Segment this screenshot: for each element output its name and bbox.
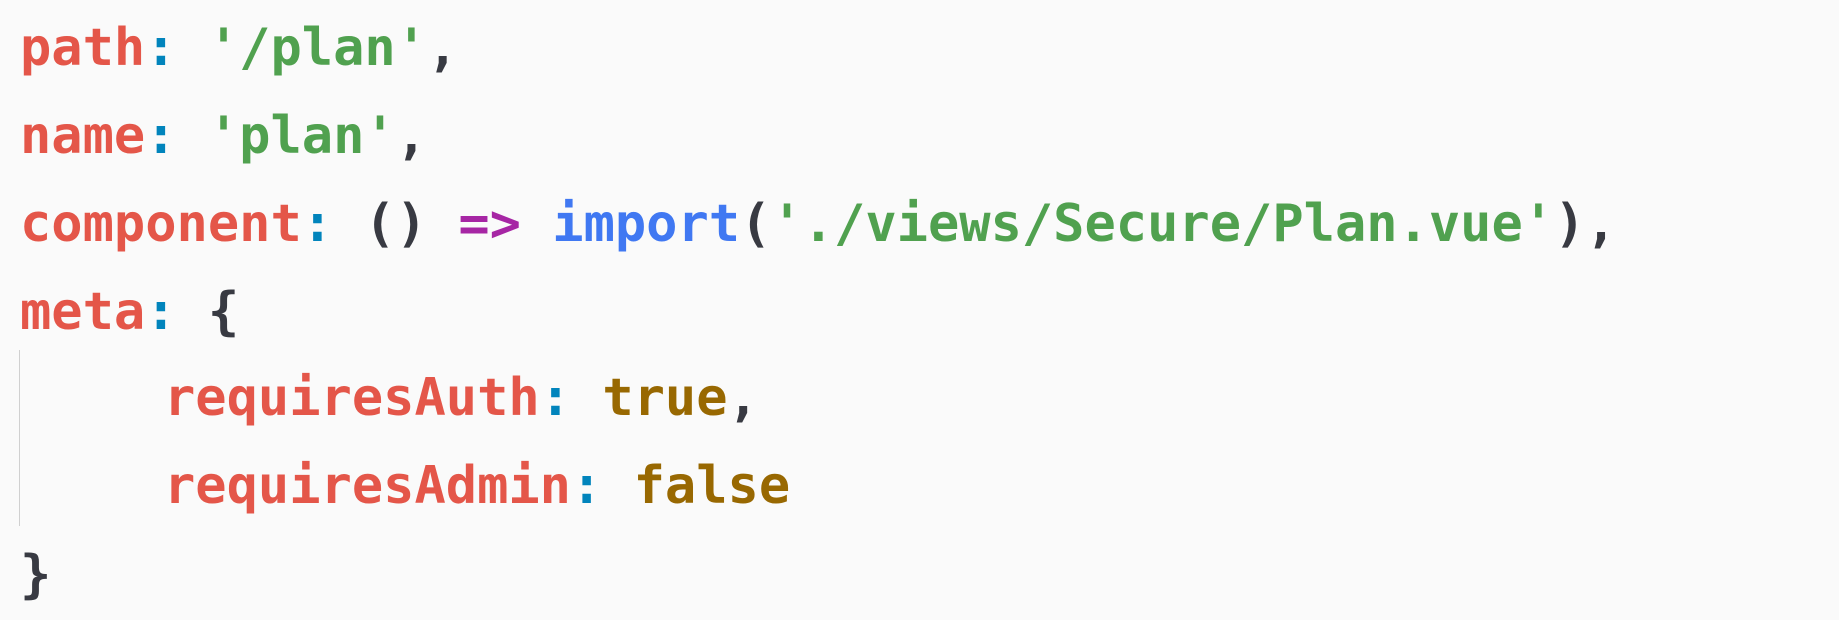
comma: , xyxy=(427,18,459,78)
string-value: 'plan' xyxy=(207,106,396,166)
property-key: requiresAuth xyxy=(164,368,540,428)
property-key: path xyxy=(20,18,146,78)
string-value: '/plan' xyxy=(207,18,428,78)
colon: : xyxy=(539,368,571,428)
colon: : xyxy=(571,456,603,516)
indent-guide xyxy=(19,350,20,526)
property-key: meta xyxy=(20,282,146,342)
property-key: requiresAdmin xyxy=(164,456,571,516)
close-paren-comma: ), xyxy=(1554,194,1617,254)
property-key: name xyxy=(20,106,146,166)
code-line-requires-admin: requiresAdmin: false xyxy=(164,446,790,526)
code-editor: path: '/plan', name: 'plan', component: … xyxy=(0,0,1839,620)
comma: , xyxy=(727,368,759,428)
boolean-value: true xyxy=(602,368,728,428)
comma: , xyxy=(395,106,428,166)
colon: : xyxy=(145,106,177,166)
open-paren: ( xyxy=(740,194,772,254)
code-line-name: name: 'plan', xyxy=(20,96,427,176)
code-line-meta: meta: { xyxy=(20,272,239,352)
colon: : xyxy=(145,282,177,342)
property-key: component xyxy=(20,194,302,254)
boolean-value: false xyxy=(633,456,791,516)
code-line-close-brace: } xyxy=(20,535,51,615)
close-brace: } xyxy=(20,545,52,605)
code-line-path: path: '/plan', xyxy=(20,8,458,88)
code-line-requires-auth: requiresAuth: true, xyxy=(164,358,759,438)
arrow-operator: => xyxy=(458,194,521,254)
open-brace: { xyxy=(207,282,240,342)
string-value: './views/Secure/Plan.vue' xyxy=(771,194,1555,254)
colon: : xyxy=(145,18,177,78)
parens: () xyxy=(364,194,428,254)
colon: : xyxy=(301,194,334,254)
import-function: import xyxy=(552,194,741,254)
code-line-component: component: () => import('./views/Secure/… xyxy=(20,184,1617,264)
